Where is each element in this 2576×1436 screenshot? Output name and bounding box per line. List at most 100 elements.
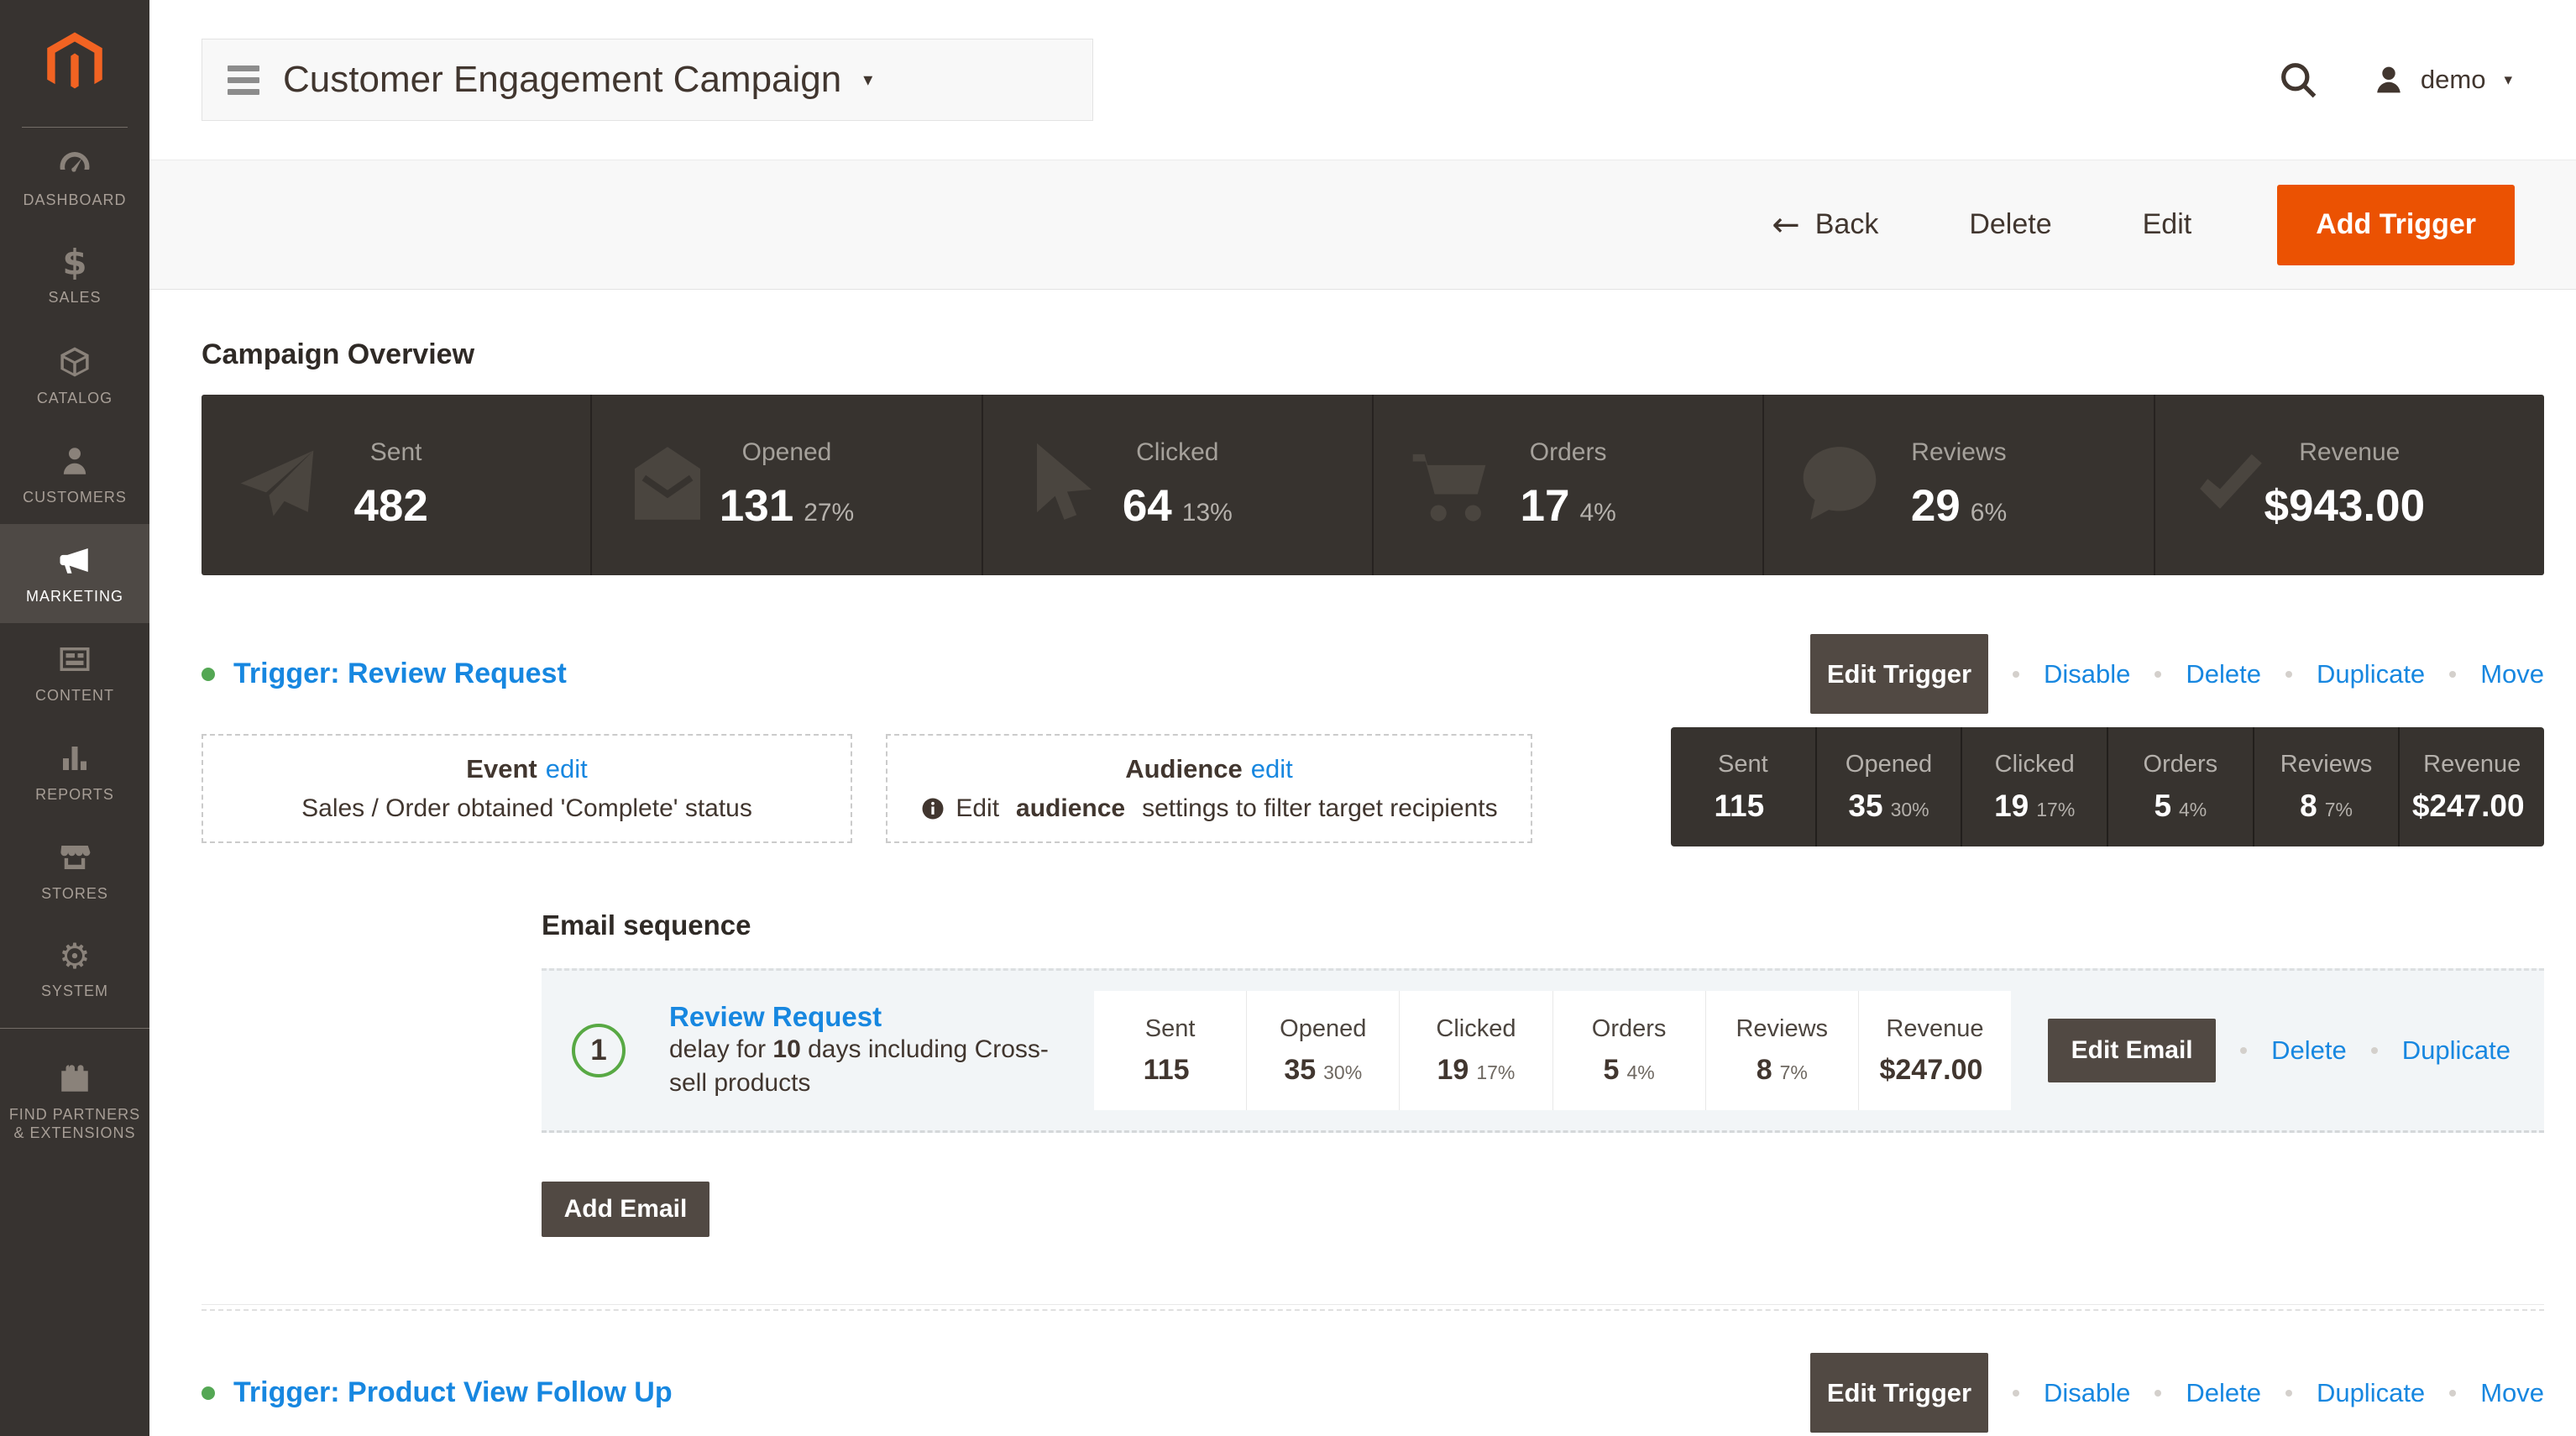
campaign-overview-heading: Campaign Overview <box>202 338 2544 371</box>
hamburger-icon <box>228 66 259 95</box>
chevron-down-icon: ▾ <box>863 70 872 91</box>
bar-chart-icon <box>57 739 92 778</box>
header-right: demo ▾ <box>2276 58 2512 102</box>
audience-label: Audienceedit <box>1125 754 1293 784</box>
page-header: Customer Engagement Campaign ▾ demo ▾ <box>149 0 2576 160</box>
disable-link[interactable]: Disable <box>2044 659 2130 689</box>
overview-stat-clicked: Clicked 6413% <box>982 395 1372 575</box>
dollar-icon: $ <box>62 245 86 280</box>
email-info: Review Request delay for 10 days includi… <box>669 1001 1074 1101</box>
edit-button[interactable]: Edit <box>2138 207 2197 242</box>
sidebar-item-dashboard[interactable]: DASHBOARD <box>0 128 149 227</box>
dot-separator <box>2013 1390 2019 1397</box>
email-title-link[interactable]: Review Request <box>669 1001 1074 1033</box>
email-actions: Edit Email Delete Duplicate <box>2048 1019 2511 1082</box>
sidebar-item-label: CATALOG <box>32 389 118 408</box>
magento-logo-icon <box>42 27 107 101</box>
trigger-title: Trigger: Product View Follow Up <box>202 1376 673 1409</box>
back-arrow-icon: ← <box>1772 208 1800 242</box>
trigger-stat-revenue: Revenue $247.00 <box>2398 727 2544 846</box>
sidebar-item-system[interactable]: ⚙ SYSTEM <box>0 920 149 1019</box>
email-stat-revenue: Revenue $247.00 <box>1858 991 2011 1110</box>
stat-value: 64 <box>1123 480 1172 532</box>
sidebar-item-stores[interactable]: STORES <box>0 821 149 920</box>
audience-description: Editaudiencesettings to filter target re… <box>920 794 1497 823</box>
search-icon[interactable] <box>2276 58 2320 102</box>
campaign-overview-stats: Sent 482 Opened 13127% Clicked 6413% <box>202 395 2544 575</box>
gear-icon: ⚙ <box>59 939 91 974</box>
sidebar-item-label: SALES <box>43 288 106 307</box>
edit-trigger-button[interactable]: Edit Trigger <box>1810 1353 1988 1433</box>
person-icon <box>57 442 92 480</box>
trigger-product-view-link[interactable]: Trigger: Product View Follow Up <box>233 1376 673 1409</box>
sidebar-item-sales[interactable]: $ SALES <box>0 227 149 326</box>
trigger-stat-clicked: Clicked 1917% <box>1961 727 2107 846</box>
audience-edit-link[interactable]: edit <box>1251 754 1293 784</box>
magento-logo[interactable] <box>0 0 149 128</box>
dot-separator <box>2240 1047 2247 1054</box>
email-stats-table: Sent 115 Opened 3530% Clicked 1917% Orde… <box>1094 991 2011 1110</box>
move-link[interactable]: Move <box>2480 1378 2544 1408</box>
overview-stat-reviews: Reviews 296% <box>1762 395 2153 575</box>
sidebar-item-label: STORES <box>36 884 113 904</box>
dot-separator <box>2155 1390 2161 1397</box>
sidebar-item-label: REPORTS <box>30 785 119 804</box>
duplicate-link[interactable]: Duplicate <box>2317 1378 2425 1408</box>
stat-value: 29 <box>1911 480 1961 532</box>
disable-link[interactable]: Disable <box>2044 1378 2130 1408</box>
content-icon <box>57 640 92 679</box>
sidebar-item-find-partners[interactable]: FIND PARTNERS & EXTENSIONS <box>0 1028 149 1172</box>
stat-pct: 13% <box>1182 499 1233 527</box>
sidebar-item-marketing[interactable]: MARKETING <box>0 524 149 623</box>
brick-icon <box>57 1059 92 1098</box>
trigger-stat-reviews: Reviews 87% <box>2253 727 2399 846</box>
dot-separator <box>2285 671 2292 678</box>
move-link[interactable]: Move <box>2480 659 2544 689</box>
page-title-dropdown[interactable]: Customer Engagement Campaign ▾ <box>202 39 1093 121</box>
stat-pct: 4% <box>1579 499 1615 527</box>
email-row: 1 Review Request delay for 10 days inclu… <box>542 968 2544 1133</box>
back-button[interactable]: ← Back <box>1767 207 1883 243</box>
add-email-button[interactable]: Add Email <box>542 1182 709 1237</box>
user-menu[interactable]: demo ▾ <box>2370 61 2512 98</box>
trigger-product-view-header: Trigger: Product View Follow Up Edit Tri… <box>202 1353 2544 1433</box>
envelope-icon <box>624 439 711 531</box>
trigger-stat-sent: Sent 115 <box>1671 727 1815 846</box>
event-edit-link[interactable]: edit <box>546 754 588 784</box>
edit-trigger-button[interactable]: Edit Trigger <box>1810 634 1988 714</box>
dot-separator <box>2013 671 2019 678</box>
stat-value: 482 <box>353 480 427 532</box>
sidebar-item-label: SYSTEM <box>36 982 113 1001</box>
cursor-icon <box>1015 439 1102 531</box>
delete-link[interactable]: Delete <box>2186 659 2261 689</box>
stat-value: 17 <box>1520 480 1569 532</box>
dot-separator <box>2449 1390 2456 1397</box>
page-title: Customer Engagement Campaign <box>283 59 841 101</box>
email-stat-clicked: Clicked 1917% <box>1399 991 1552 1110</box>
dot-separator <box>2155 671 2161 678</box>
event-box: Eventedit Sales / Order obtained 'Comple… <box>202 734 852 843</box>
duplicate-link[interactable]: Duplicate <box>2317 659 2425 689</box>
trigger-review-request-link[interactable]: Trigger: Review Request <box>233 658 567 690</box>
edit-email-button[interactable]: Edit Email <box>2048 1019 2216 1082</box>
event-label: Eventedit <box>466 754 587 784</box>
status-dot-icon <box>202 668 215 681</box>
email-duplicate-link[interactable]: Duplicate <box>2402 1035 2511 1066</box>
trigger-review-request-body: Eventedit Sales / Order obtained 'Comple… <box>202 727 2544 846</box>
user-name: demo <box>2421 65 2486 95</box>
dot-separator <box>2371 1047 2378 1054</box>
paper-plane-icon <box>233 439 321 531</box>
chevron-down-icon: ▾ <box>2504 71 2512 89</box>
add-trigger-button[interactable]: Add Trigger <box>2277 185 2515 265</box>
delete-link[interactable]: Delete <box>2186 1378 2261 1408</box>
email-delete-link[interactable]: Delete <box>2271 1035 2347 1066</box>
delete-button[interactable]: Delete <box>1964 207 2056 242</box>
sidebar-item-catalog[interactable]: CATALOG <box>0 326 149 425</box>
main-panel: Customer Engagement Campaign ▾ demo ▾ ← … <box>149 0 2576 1436</box>
sidebar-item-content[interactable]: CONTENT <box>0 623 149 722</box>
section-divider <box>202 1304 2544 1311</box>
sidebar-item-customers[interactable]: CUSTOMERS <box>0 425 149 524</box>
overview-stat-orders: Orders 174% <box>1372 395 1762 575</box>
sidebar-item-reports[interactable]: REPORTS <box>0 722 149 821</box>
sidebar-item-label: MARKETING <box>21 587 128 606</box>
